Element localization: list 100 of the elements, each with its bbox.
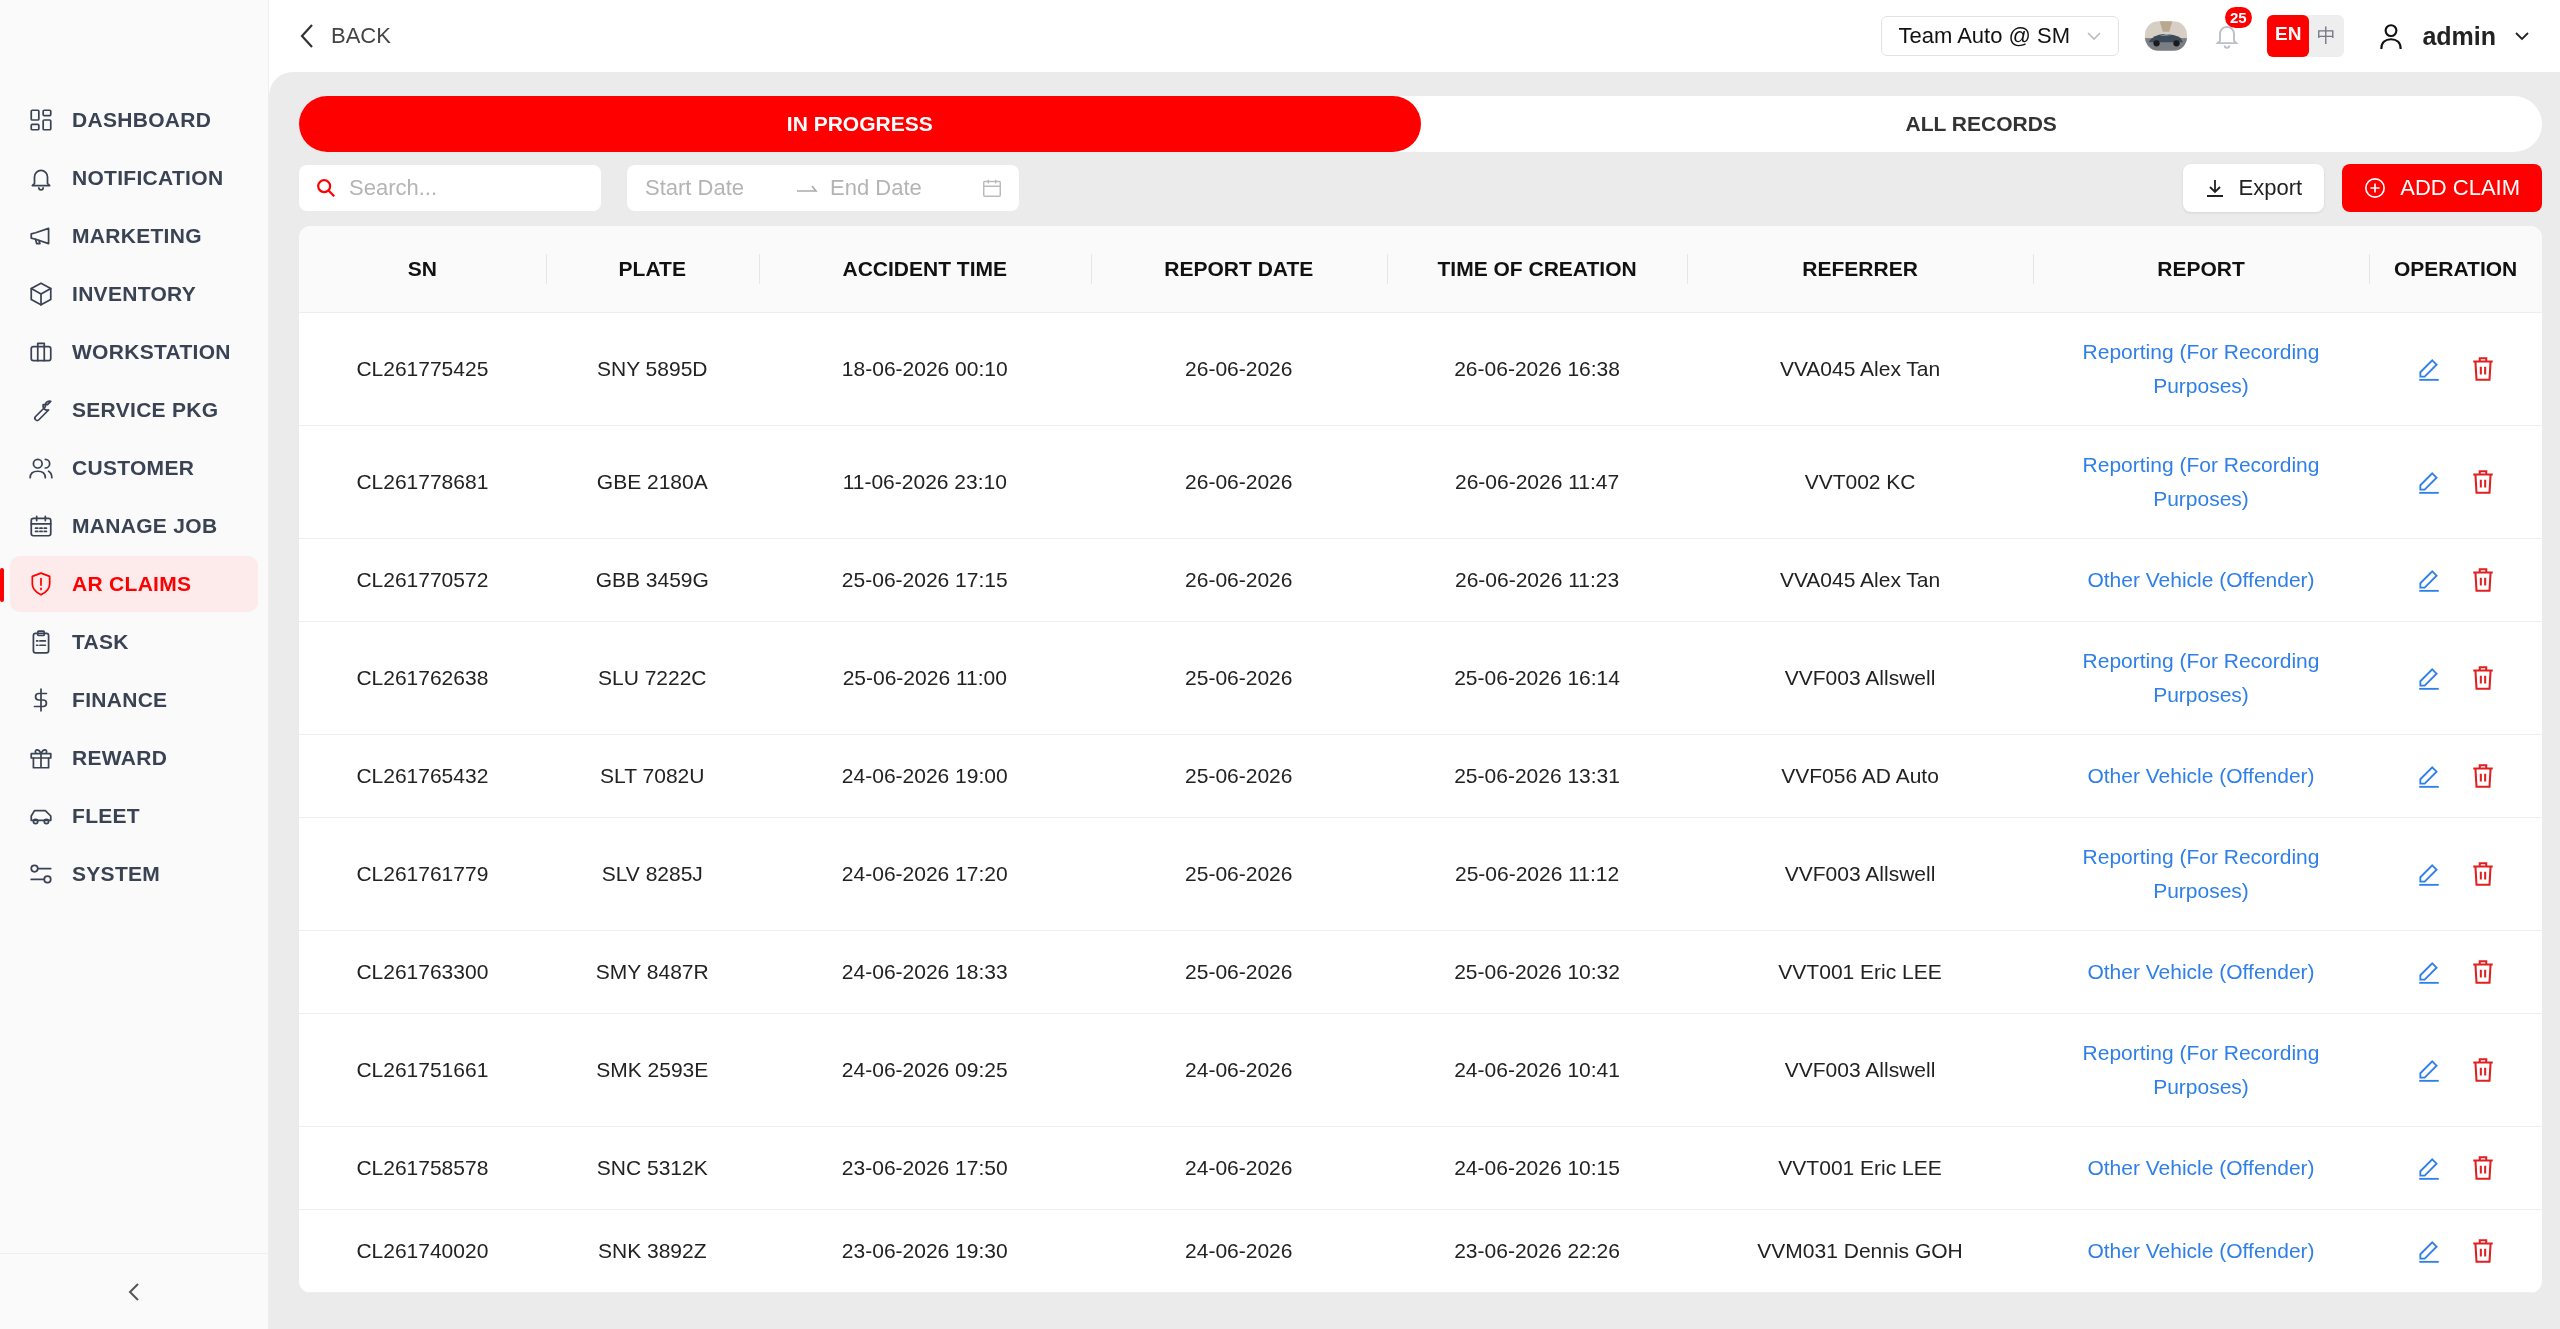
export-button[interactable]: Export (2182, 164, 2325, 212)
end-date-input[interactable]: End Date (828, 174, 971, 202)
column-header: REPORT DATE (1164, 257, 1314, 280)
report-date-cell: 24-06-2026 (1185, 1239, 1293, 1262)
referrer-cell: VVF003 Allswell (1784, 1058, 1936, 1081)
accident-time-cell: 25-06-2026 11:00 (842, 666, 1007, 689)
referrer-cell: VVT001 Eric LEE (1778, 1156, 1942, 1179)
plate-cell: SMY 8487R (595, 960, 709, 983)
plate-cell: SNY 5895D (597, 357, 708, 380)
plus-circle-icon (2364, 177, 2387, 199)
user-menu[interactable]: admin (2378, 21, 2530, 51)
report-link[interactable]: Reporting (For Recording Purposes) (2044, 1036, 2358, 1104)
column-header: REPORT (2157, 257, 2245, 280)
column-header: ACCIDENT TIME (842, 257, 1007, 280)
sidebar-item[interactable]: TASK (10, 614, 258, 670)
report-link[interactable]: Other Vehicle (Offender) (2073, 759, 2329, 793)
report-link[interactable]: Reporting (For Recording Purposes) (2044, 448, 2358, 516)
start-date-input[interactable]: Start Date (643, 174, 786, 202)
language-option[interactable]: 中 (2309, 15, 2345, 57)
report-link[interactable]: Reporting (For Recording Purposes) (2044, 840, 2358, 908)
referrer-cell: VVT002 KC (1804, 470, 1916, 493)
plate-cell: SLV 8285J (601, 862, 703, 885)
creation-time-cell: 25-06-2026 10:32 (1454, 960, 1620, 983)
calendar-icon (28, 513, 54, 539)
report-link[interactable]: Other Vehicle (Offender) (2073, 563, 2329, 597)
sn-cell: CL261762638 (356, 666, 489, 689)
creation-time-cell: 26-06-2026 11:23 (1454, 568, 1620, 591)
date-range-field[interactable]: Start Date End Date (627, 165, 1019, 211)
sidebar-item[interactable]: FINANCE (10, 672, 258, 728)
column-header: OPERATION (2393, 257, 2518, 280)
sidebar-item[interactable]: DASHBOARD (10, 92, 258, 148)
workshop-select[interactable]: Team Auto @ SM (1881, 16, 2119, 56)
report-link[interactable]: Other Vehicle (Offender) (2073, 1234, 2329, 1268)
grid-icon (28, 107, 54, 133)
sn-cell: CL261758578 (356, 1156, 489, 1179)
collapse-icon[interactable] (127, 1280, 141, 1303)
box-icon (28, 281, 54, 307)
report-link[interactable]: Other Vehicle (Offender) (2073, 955, 2329, 989)
plate-cell: SNK 3892Z (597, 1239, 707, 1262)
back-label: BACK (331, 23, 391, 49)
referrer-cell: VVT001 Eric LEE (1778, 960, 1942, 983)
back-link[interactable]: BACK (299, 22, 391, 50)
report-date-cell: 24-06-2026 (1185, 1156, 1293, 1179)
search-input[interactable]: Search... (347, 174, 585, 202)
briefcase-icon (28, 339, 54, 365)
accident-time-cell: 24-06-2026 17:20 (841, 862, 1008, 885)
sidebar-item[interactable]: MANAGE JOB (10, 498, 258, 554)
sn-cell: CL261751661 (356, 1058, 489, 1081)
add-claim-button[interactable]: ADD CLAIM (2342, 164, 2542, 212)
sn-cell: CL261775425 (356, 357, 489, 380)
column-header: PLATE (618, 257, 686, 280)
sidebar-item[interactable]: WORKSTATION (10, 324, 258, 380)
accident-time-cell: 23-06-2026 19:30 (841, 1239, 1008, 1262)
sidebar-item[interactable]: FLEET (10, 788, 258, 844)
creation-time-cell: 26-06-2026 16:38 (1454, 357, 1620, 380)
report-link[interactable]: Reporting (For Recording Purposes) (2044, 335, 2358, 403)
tab[interactable]: IN PROGRESS (299, 96, 1421, 152)
creation-time-cell: 24-06-2026 10:15 (1454, 1156, 1620, 1179)
notification-badge: 25 (2224, 7, 2252, 28)
sidebar-item[interactable]: CUSTOMER (10, 440, 258, 496)
report-link[interactable]: Reporting (For Recording Purposes) (2044, 644, 2358, 712)
sidebar-item[interactable]: MARKETING (10, 208, 258, 264)
sn-cell: CL261763300 (356, 960, 489, 983)
plate-cell: SLU 7222C (597, 666, 707, 689)
creation-time-cell: 25-06-2026 16:14 (1454, 666, 1620, 689)
report-date-cell: 25-06-2026 (1185, 960, 1293, 983)
users-icon (28, 455, 54, 481)
creation-time-cell: 24-06-2026 10:41 (1454, 1058, 1620, 1081)
download-icon (2204, 178, 2225, 198)
referrer-cell: VVM031 Dennis GOH (1757, 1239, 1963, 1262)
report-date-cell: 26-06-2026 (1185, 568, 1293, 591)
plate-cell: SLT 7082U (600, 764, 705, 787)
sidebar-item[interactable]: SYSTEM (10, 846, 258, 902)
report-date-cell: 25-06-2026 (1185, 666, 1293, 689)
sn-cell: CL261740020 (356, 1239, 489, 1262)
report-date-cell: 26-06-2026 (1185, 357, 1293, 380)
chevron-down-icon (2514, 31, 2530, 41)
back-icon (299, 22, 315, 50)
accident-time-cell: 18-06-2026 00:10 (841, 357, 1008, 380)
search-field[interactable]: Search... (299, 165, 601, 211)
active-indicator (0, 568, 4, 602)
accident-time-cell: 24-06-2026 18:33 (841, 960, 1008, 983)
sn-cell: CL261761779 (356, 862, 489, 885)
sidebar-item[interactable]: INVENTORY (10, 266, 258, 322)
tab[interactable]: ALL RECORDS (1420, 96, 2542, 152)
referrer-cell: VVA045 Alex Tan (1779, 568, 1941, 591)
accident-time-cell: 23-06-2026 17:50 (841, 1156, 1008, 1179)
report-link[interactable]: Other Vehicle (Offender) (2073, 1151, 2329, 1185)
referrer-cell: VVF003 Allswell (1784, 666, 1936, 689)
report-date-cell: 25-06-2026 (1185, 764, 1293, 787)
sidebar-item[interactable]: SERVICE PKG (10, 382, 258, 438)
plate-cell: SNC 5312K (596, 1156, 708, 1179)
language-option[interactable]: EN (2266, 15, 2310, 57)
sidebar-item[interactable]: REWARD (10, 730, 258, 786)
creation-time-cell: 25-06-2026 11:12 (1454, 862, 1620, 885)
shield-icon (28, 571, 54, 597)
accident-time-cell: 25-06-2026 17:15 (841, 568, 1008, 591)
sidebar-item[interactable]: NOTIFICATION (10, 150, 258, 206)
column-header: SN (407, 257, 437, 280)
calendar-icon (981, 177, 1003, 199)
